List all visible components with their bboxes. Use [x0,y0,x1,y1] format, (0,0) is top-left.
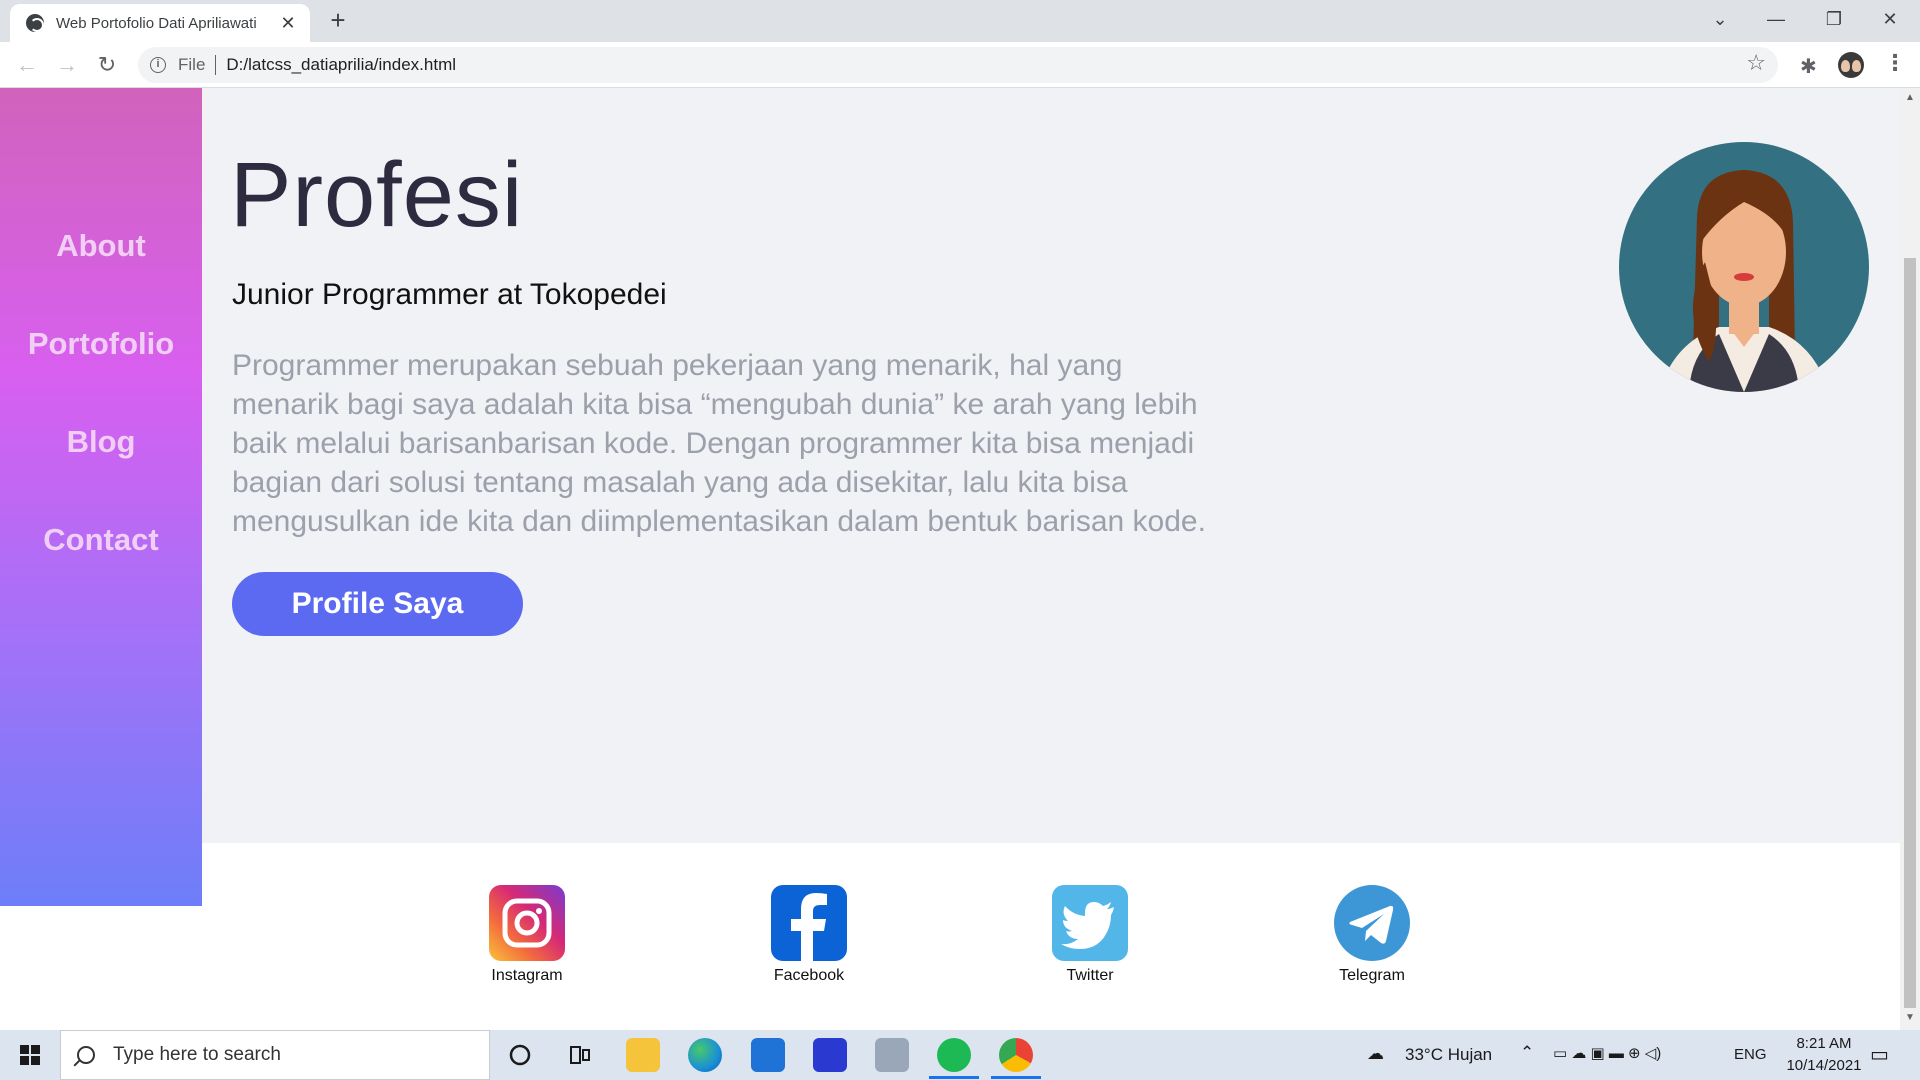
spotify-icon[interactable] [937,1038,971,1072]
browser-menu-icon[interactable]: ⋮ [1884,50,1906,76]
search-icon [77,1046,95,1064]
back-arrow-icon[interactable]: ← [12,50,42,80]
scroll-thumb[interactable] [1904,258,1916,1008]
chrome-icon[interactable] [999,1038,1033,1072]
minimize-button[interactable]: — [1756,4,1796,34]
close-window-button[interactable]: ✕ [1870,4,1910,34]
sidebar-item-portofolio[interactable]: Portofolio [28,326,174,362]
reload-icon[interactable]: ↻ [92,50,122,80]
profession-description: Programmer merupakan sebuah pekerjaan ya… [232,349,1206,538]
facebook-icon[interactable] [771,885,847,965]
forward-arrow-icon[interactable]: → [52,50,82,80]
telegram-label: Telegram [1339,967,1405,984]
instagram-icon[interactable] [489,885,565,961]
clock-date[interactable]: 10/14/2021 [1774,1057,1874,1074]
tray-system-icons[interactable]: ▭ ☁ ▣ ▬ ⊕ ◁) [1553,1044,1661,1062]
telegram-icon[interactable] [1334,885,1410,961]
search-placeholder: Type here to search [113,1044,281,1065]
info-icon[interactable]: i [150,57,166,73]
social-facebook[interactable]: Facebook [749,885,869,985]
social-telegram[interactable]: Telegram [1312,885,1432,985]
page-scrollbar[interactable]: ▲ ▼ [1900,88,1920,1030]
visual-studio-code-icon[interactable] [813,1038,847,1072]
windows-logo-icon [20,1045,40,1065]
scroll-down-icon[interactable]: ▼ [1904,1012,1916,1023]
sidebar-item-blog[interactable]: Blog [67,424,136,460]
tab-close-icon[interactable]: ✕ [278,13,298,34]
scroll-up-icon[interactable]: ▲ [1904,92,1916,103]
profile-saya-button[interactable]: Profile Saya [232,572,523,636]
browser-tab-bar: Web Portofolio Dati Apriliawati ✕ + ⌄ — … [0,0,1920,42]
spotify-active-indicator [929,1076,979,1079]
language-indicator[interactable]: ENG [1734,1046,1767,1063]
social-instagram[interactable]: Instagram [467,885,587,985]
bookmark-star-icon[interactable]: ☆ [1746,50,1766,76]
browser-tab[interactable]: Web Portofolio Dati Apriliawati ✕ [10,4,310,42]
sidebar-item-contact[interactable]: Contact [43,522,158,558]
instagram-label: Instagram [491,967,563,984]
tab-title: Web Portofolio Dati Apriliawati [56,14,257,32]
file-label: File [178,55,206,74]
start-button[interactable] [0,1030,60,1080]
chrome-active-indicator [991,1076,1041,1079]
task-view-icon[interactable] [563,1038,597,1072]
extensions-puzzle-icon[interactable]: ✱ [1800,54,1817,79]
sidebar-nav: About Portofolio Blog Contact [0,88,202,906]
globe-icon [26,14,44,32]
control-panel-icon[interactable] [875,1038,909,1072]
tray-chevron-up-icon[interactable]: ⌃ [1520,1043,1534,1063]
windows-taskbar: Type here to search ☁ 33°C Hujan ⌃ ▭ ☁ ▣… [0,1030,1920,1080]
taskbar-search-box[interactable]: Type here to search [60,1030,490,1080]
notification-center-icon[interactable]: ▭ [1870,1042,1889,1067]
profile-portrait [1619,142,1869,392]
cortana-icon[interactable] [503,1038,537,1072]
edge-browser-icon[interactable] [688,1038,722,1072]
sidebar-item-about[interactable]: About [56,228,146,264]
weather-icon[interactable]: ☁ [1367,1044,1384,1064]
page-viewport: About Portofolio Blog Contact Profesi Ju… [0,88,1900,1030]
clock-time[interactable]: 8:21 AM [1774,1035,1874,1052]
footer-left-fill [0,906,202,1030]
profile-avatar[interactable] [1838,52,1864,78]
job-subtitle: Junior Programmer at Tokopedei [232,278,667,311]
twitter-icon[interactable] [1052,885,1128,961]
social-twitter[interactable]: Twitter [1030,885,1150,985]
tab-search-chevron-icon[interactable]: ⌄ [1700,4,1740,34]
restore-button[interactable]: ❐ [1814,4,1854,34]
address-bar[interactable]: i File D:/latcss_datiaprilia/index.html … [138,47,1778,83]
file-explorer-icon[interactable] [626,1038,660,1072]
social-footer: Instagram Facebook Twitter Telegram [202,843,1900,1030]
facebook-label: Facebook [773,967,845,984]
page-title: Profesi [230,144,524,246]
twitter-label: Twitter [1066,967,1114,984]
browser-toolbar: ← → ↻ i File D:/latcss_datiaprilia/index… [0,42,1920,88]
weather-text[interactable]: 33°C Hujan [1405,1045,1492,1065]
mail-icon[interactable] [751,1038,785,1072]
new-tab-button[interactable]: + [324,6,352,34]
divider [215,55,217,75]
url-text[interactable]: D:/latcss_datiaprilia/index.html [226,55,456,75]
